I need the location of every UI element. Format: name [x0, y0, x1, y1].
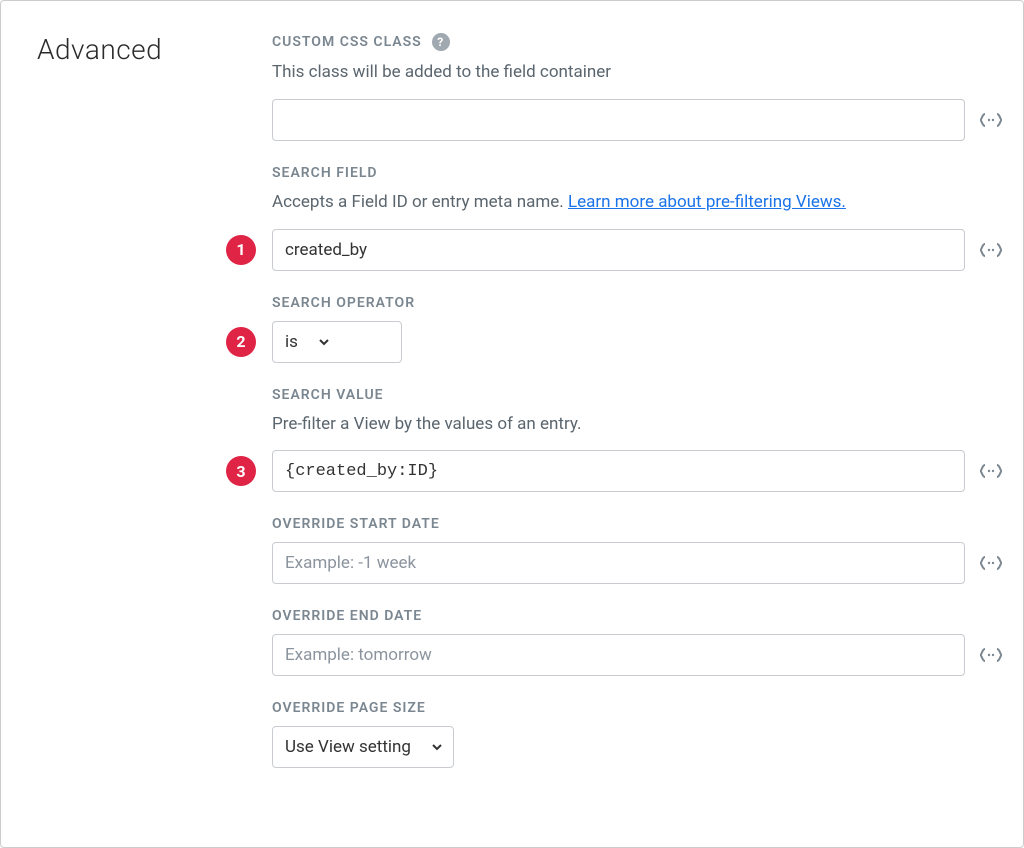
override-end-date-input[interactable] — [272, 634, 965, 676]
search-field-desc: Accepts a Field ID or entry meta name. L… — [272, 191, 1003, 215]
search-value-desc: Pre-filter a View by the values of an en… — [272, 413, 1003, 437]
search-field-group: SEARCH FIELD Accepts a Field ID or entry… — [272, 165, 1003, 271]
custom-css-class-input[interactable] — [272, 99, 965, 141]
merge-tag-icon[interactable] — [979, 242, 1003, 258]
search-value-input[interactable] — [272, 450, 965, 492]
custom-css-class-group: CUSTOM CSS CLASS ? This class will be ad… — [272, 33, 1003, 141]
fields-column: CUSTOM CSS CLASS ? This class will be ad… — [272, 33, 1003, 768]
custom-css-class-label: CUSTOM CSS CLASS ? — [272, 33, 1003, 51]
merge-tag-icon[interactable] — [979, 647, 1003, 663]
override-page-size-select[interactable]: Use View setting — [272, 726, 454, 768]
override-page-size-group: OVERRIDE PAGE SIZE Use View setting — [272, 700, 1003, 768]
annotation-badge-1: 1 — [226, 235, 256, 265]
override-start-date-label: OVERRIDE START DATE — [272, 516, 1003, 532]
merge-tag-icon[interactable] — [979, 112, 1003, 128]
override-page-size-value: Use View setting — [285, 737, 411, 757]
search-field-input[interactable] — [272, 229, 965, 271]
search-field-desc-text: Accepts a Field ID or entry meta name. — [272, 192, 568, 212]
section-title: Advanced — [37, 33, 242, 768]
learn-more-link[interactable]: Learn more about pre-filtering Views. — [568, 192, 846, 212]
custom-css-class-label-text: CUSTOM CSS CLASS — [272, 34, 422, 50]
override-page-size-label: OVERRIDE PAGE SIZE — [272, 700, 1003, 716]
search-operator-group: SEARCH OPERATOR 2 is — [272, 295, 1003, 363]
search-operator-label: SEARCH OPERATOR — [272, 295, 1003, 311]
search-operator-value: is — [285, 332, 298, 352]
chevron-down-icon — [431, 741, 443, 753]
override-end-date-group: OVERRIDE END DATE — [272, 608, 1003, 676]
search-operator-select[interactable]: is — [272, 321, 402, 363]
override-start-date-group: OVERRIDE START DATE — [272, 516, 1003, 584]
search-value-label: SEARCH VALUE — [272, 387, 1003, 403]
override-end-date-label: OVERRIDE END DATE — [272, 608, 1003, 624]
advanced-settings-panel: Advanced CUSTOM CSS CLASS ? This class w… — [0, 0, 1024, 848]
help-icon[interactable]: ? — [432, 33, 450, 51]
merge-tag-icon[interactable] — [979, 555, 1003, 571]
search-field-label: SEARCH FIELD — [272, 165, 1003, 181]
override-start-date-input[interactable] — [272, 542, 965, 584]
chevron-down-icon — [318, 336, 330, 348]
search-value-group: SEARCH VALUE Pre-filter a View by the va… — [272, 387, 1003, 493]
annotation-badge-3: 3 — [226, 456, 256, 486]
annotation-badge-2: 2 — [226, 327, 256, 357]
merge-tag-icon[interactable] — [979, 463, 1003, 479]
custom-css-class-desc: This class will be added to the field co… — [272, 61, 1003, 85]
